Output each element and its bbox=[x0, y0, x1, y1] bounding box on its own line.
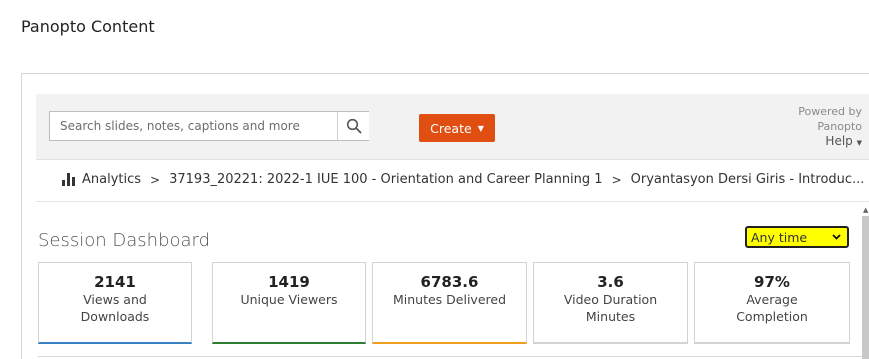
help-label: Help bbox=[825, 134, 853, 148]
scroll-up-icon[interactable]: ▲ bbox=[863, 206, 868, 214]
create-button[interactable]: Create ▼ bbox=[419, 114, 495, 142]
stat-label: Downloads bbox=[80, 309, 150, 324]
page-title: Panopto Content bbox=[21, 17, 155, 36]
chevron-right-icon: > bbox=[150, 172, 161, 187]
create-label: Create bbox=[430, 120, 472, 136]
panopto-frame: Create ▼ Powered by Panopto Help ▼ Sessi… bbox=[21, 73, 869, 359]
scrollbar[interactable] bbox=[862, 216, 869, 359]
dashboard-title: Session Dashboard bbox=[38, 230, 211, 251]
stat-card-average-completion[interactable]: 97% Average Completion bbox=[694, 262, 850, 344]
caret-down-icon: ▼ bbox=[856, 139, 862, 147]
content-divider bbox=[38, 356, 862, 357]
search-input[interactable] bbox=[50, 112, 337, 140]
chevron-down-icon bbox=[832, 234, 841, 240]
stat-label: Minutes Delivered bbox=[392, 292, 507, 307]
search-box bbox=[49, 111, 369, 141]
stat-label: Unique Viewers bbox=[240, 292, 338, 307]
search-button[interactable] bbox=[337, 112, 369, 140]
help-menu[interactable]: Help ▼ bbox=[798, 134, 862, 151]
caret-down-icon: ▼ bbox=[477, 123, 484, 133]
stat-card-views[interactable]: 2141 Views and Downloads bbox=[38, 262, 192, 344]
stat-card-video-duration[interactable]: 3.6 Video Duration Minutes bbox=[533, 262, 688, 344]
search-icon bbox=[346, 118, 361, 134]
toolbar: Create ▼ Powered by Panopto Help ▼ bbox=[36, 94, 869, 160]
breadcrumb: Analytics > 37193_20221: 2022-1 IUE 100 … bbox=[62, 172, 864, 187]
powered-by: Powered by Panopto Help ▼ bbox=[798, 104, 862, 151]
stat-value: 2141 bbox=[94, 273, 136, 291]
panopto-brand: Panopto bbox=[817, 120, 862, 133]
stat-label: Views and bbox=[83, 292, 147, 307]
breadcrumb-course[interactable]: 37193_20221: 2022-1 IUE 100 - Orientatio… bbox=[169, 172, 602, 187]
time-filter-value: Any time bbox=[751, 229, 808, 245]
powered-by-text: Powered by bbox=[798, 105, 862, 118]
stat-label: Video Duration bbox=[563, 292, 658, 307]
stat-label: Minutes bbox=[585, 309, 636, 324]
divider bbox=[36, 201, 869, 202]
stat-card-unique-viewers[interactable]: 1419 Unique Viewers bbox=[212, 262, 366, 344]
breadcrumb-session[interactable]: Oryantasyon Dersi Giris - Introduc... bbox=[631, 172, 865, 187]
stat-card-minutes-delivered[interactable]: 6783.6 Minutes Delivered bbox=[372, 262, 527, 344]
time-filter-select[interactable]: Any time bbox=[745, 226, 849, 248]
bar-chart-icon bbox=[62, 173, 75, 186]
breadcrumb-analytics[interactable]: Analytics bbox=[82, 172, 141, 187]
stat-value: 1419 bbox=[268, 273, 310, 291]
chevron-right-icon: > bbox=[611, 172, 622, 187]
stat-value: 3.6 bbox=[597, 273, 624, 291]
stat-value: 6783.6 bbox=[420, 273, 479, 291]
stat-label: Average bbox=[746, 292, 798, 307]
stat-label: Completion bbox=[736, 309, 808, 324]
stat-value: 97% bbox=[754, 273, 790, 291]
